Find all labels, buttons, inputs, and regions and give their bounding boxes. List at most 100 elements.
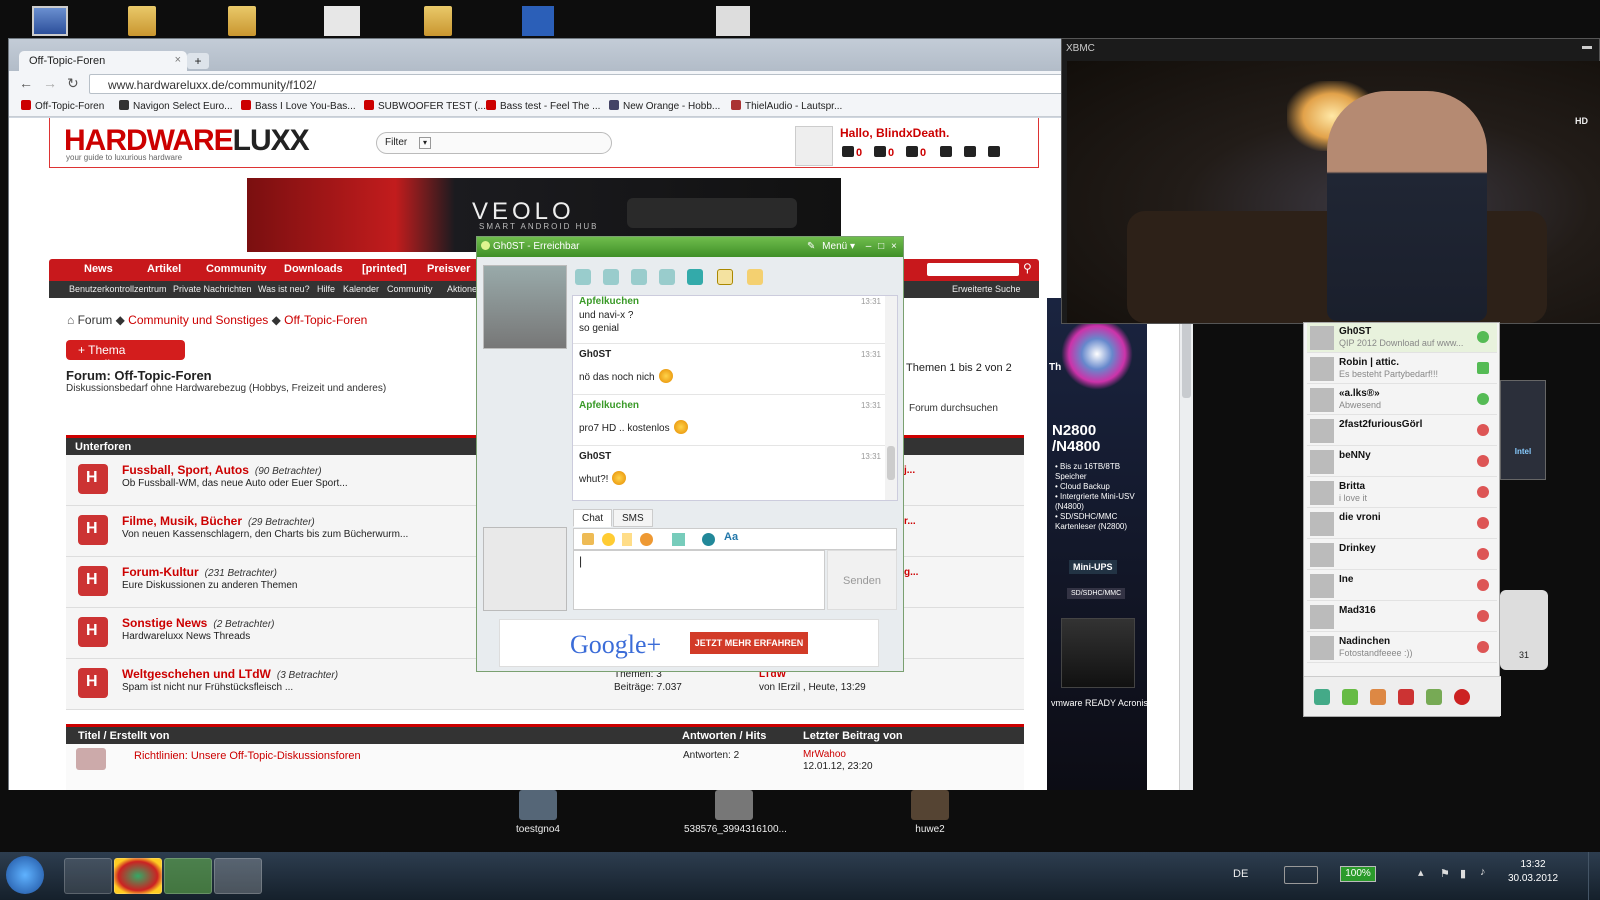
- subforum-title[interactable]: Fussball, Sport, Autos (90 Betrachter): [122, 463, 322, 477]
- breadcrumb-item[interactable]: Community und Sonstiges: [128, 313, 268, 327]
- tray-expand-icon[interactable]: ▴: [1418, 866, 1424, 879]
- new-tab-button[interactable]: +: [187, 53, 209, 69]
- contacts-icon[interactable]: [1426, 689, 1442, 705]
- tab-chat[interactable]: Chat: [573, 509, 613, 527]
- avatar[interactable]: [795, 126, 833, 166]
- volume-icon[interactable]: ♪: [1480, 866, 1486, 878]
- last-post-link[interactable]: r...: [904, 516, 916, 527]
- desktop-image-icon[interactable]: [716, 6, 750, 36]
- subforum-title[interactable]: Weltgeschehen und LTdW (3 Betrachter): [122, 667, 338, 681]
- chat-ad[interactable]: Google+ JETZT MEHR ERFAHREN: [499, 619, 879, 667]
- col-title[interactable]: Titel / Erstellt von: [78, 730, 170, 742]
- col-last-post[interactable]: Letzter Beitrag von: [803, 730, 903, 742]
- video-frame[interactable]: HD: [1067, 61, 1600, 323]
- nav-preisvergleich[interactable]: Preisver: [427, 263, 470, 275]
- history-icon[interactable]: [659, 269, 675, 285]
- list-item[interactable]: die vroni: [1307, 509, 1497, 539]
- thread-last-user[interactable]: MrWahoo: [803, 749, 846, 760]
- desktop-folder-icon[interactable]: [424, 6, 452, 36]
- send-file-icon[interactable]: [582, 533, 594, 545]
- xbmc-window[interactable]: XBMC ▬ HD: [1061, 38, 1600, 324]
- last-post-link[interactable]: j...: [904, 465, 915, 476]
- table-row[interactable]: Richtlinien: Unsere Off-Topic-Diskussion…: [66, 744, 1024, 790]
- emoticon-menu-icon[interactable]: [640, 533, 653, 546]
- back-icon[interactable]: ←: [19, 75, 33, 91]
- scroll-thumb[interactable]: [887, 446, 895, 480]
- close-icon[interactable]: ×: [891, 241, 897, 252]
- new-thread-button[interactable]: + Thema erstellen: [66, 340, 185, 371]
- maximize-icon[interactable]: □: [878, 241, 884, 252]
- contact-avatar[interactable]: [483, 265, 567, 349]
- gift-icon[interactable]: [672, 533, 685, 546]
- extended-search-link[interactable]: Erweiterte Suche: [952, 284, 1021, 294]
- message-input[interactable]: |: [573, 550, 825, 610]
- nav-news[interactable]: News: [84, 263, 113, 275]
- user-info-icon[interactable]: [575, 269, 591, 285]
- nav-artikel[interactable]: Artikel: [147, 263, 181, 275]
- list-item[interactable]: Drinkey: [1307, 540, 1497, 570]
- nav-community[interactable]: Community: [206, 263, 267, 275]
- chevron-down-icon[interactable]: ▾: [419, 137, 431, 149]
- home-icon[interactable]: ⌂: [67, 313, 74, 327]
- font-icon[interactable]: Aa: [724, 531, 738, 543]
- hardwareluxx-icon[interactable]: [717, 269, 733, 285]
- subnav-item[interactable]: Was ist neu?: [258, 284, 310, 294]
- contact-card-icon[interactable]: [747, 269, 763, 285]
- list-item[interactable]: Ine: [1307, 571, 1497, 601]
- last-post-link[interactable]: g...: [904, 567, 918, 578]
- col-replies[interactable]: Antworten / Hits: [682, 730, 766, 742]
- subnav-item[interactable]: Private Nachrichten: [173, 284, 252, 294]
- browser-tab[interactable]: Off-Topic-Foren ×: [19, 51, 187, 71]
- desktop-folder-icon[interactable]: [128, 6, 156, 36]
- nav-printed[interactable]: [printed]: [362, 263, 407, 275]
- forward-icon[interactable]: →: [43, 75, 57, 91]
- chat-count[interactable]: 0: [906, 146, 926, 159]
- chat-window[interactable]: Gh0ST - Erreichbar ✎ Menü ▾ – □ × Apfelk…: [476, 236, 904, 672]
- notification-count[interactable]: 0: [842, 146, 862, 159]
- address-bar[interactable]: www.hardwareluxx.de/community/f102/: [89, 74, 1089, 94]
- gallery-icon[interactable]: [964, 146, 978, 159]
- bookmark[interactable]: New Orange - Hobb...: [609, 100, 720, 112]
- bookmark[interactable]: Off-Topic-Foren: [21, 100, 104, 112]
- list-item[interactable]: Robin | attic. Es besteht Partybedarf!!!: [1307, 354, 1497, 384]
- subnav-item[interactable]: Aktione: [447, 284, 477, 294]
- list-item[interactable]: Gh0ST QIP 2012 Download auf www...: [1307, 323, 1497, 353]
- lips-icon[interactable]: [1454, 689, 1470, 705]
- list-item[interactable]: 2fast2furiousGörl: [1307, 416, 1497, 446]
- nav-downloads[interactable]: Downloads: [284, 263, 343, 275]
- forum-search-dropdown[interactable]: Forum durchsuchen: [909, 403, 998, 414]
- upload-icon[interactable]: [988, 146, 1002, 159]
- desktop-document-icon[interactable]: [324, 6, 360, 36]
- flag-icon[interactable]: ⚑: [1440, 867, 1450, 880]
- minimize-icon[interactable]: –: [866, 241, 872, 252]
- close-icon[interactable]: ×: [175, 54, 181, 66]
- list-item[interactable]: Britta i love it: [1307, 478, 1497, 508]
- list-item[interactable]: Nadinchen Fotostandfeeee :)): [1307, 633, 1497, 663]
- settings-icon[interactable]: [940, 146, 954, 159]
- explorer-icon[interactable]: [64, 858, 112, 894]
- file-transfer-icon[interactable]: [631, 269, 647, 285]
- xbmc-task-icon[interactable]: [214, 858, 262, 894]
- clock[interactable]: 13:32 30.03.2012: [1505, 858, 1561, 886]
- bookmark[interactable]: Bass test - Feel The ...: [486, 100, 600, 112]
- subnav-item[interactable]: Kalender: [343, 284, 379, 294]
- mail-icon[interactable]: [1398, 689, 1414, 705]
- desktop-shortcut[interactable]: 538576_3994316100...: [684, 790, 787, 835]
- start-button[interactable]: [6, 856, 44, 894]
- list-item[interactable]: «a.lks®» Abwesend: [1307, 385, 1497, 415]
- music-icon[interactable]: [1370, 689, 1386, 705]
- subnav-item[interactable]: Benutzerkontrollzentrum: [69, 284, 167, 294]
- reload-icon[interactable]: ↻: [67, 75, 79, 92]
- search-icon[interactable]: ⚲: [1023, 261, 1032, 275]
- history-scrollbar[interactable]: [885, 296, 897, 500]
- nav-search-input[interactable]: [927, 263, 1019, 276]
- list-item[interactable]: Mad316: [1307, 602, 1497, 632]
- send-button[interactable]: Senden: [827, 550, 897, 610]
- desktop-computer-icon[interactable]: [32, 6, 68, 36]
- chrome-icon[interactable]: [114, 858, 162, 894]
- bookmark[interactable]: Navigon Select Euro...: [119, 100, 233, 112]
- subforum-title[interactable]: Sonstige News (2 Betrachter): [122, 616, 275, 630]
- qip-icon[interactable]: [164, 858, 212, 894]
- subnav-item[interactable]: Community: [387, 284, 433, 294]
- subnav-item[interactable]: Hilfe: [317, 284, 335, 294]
